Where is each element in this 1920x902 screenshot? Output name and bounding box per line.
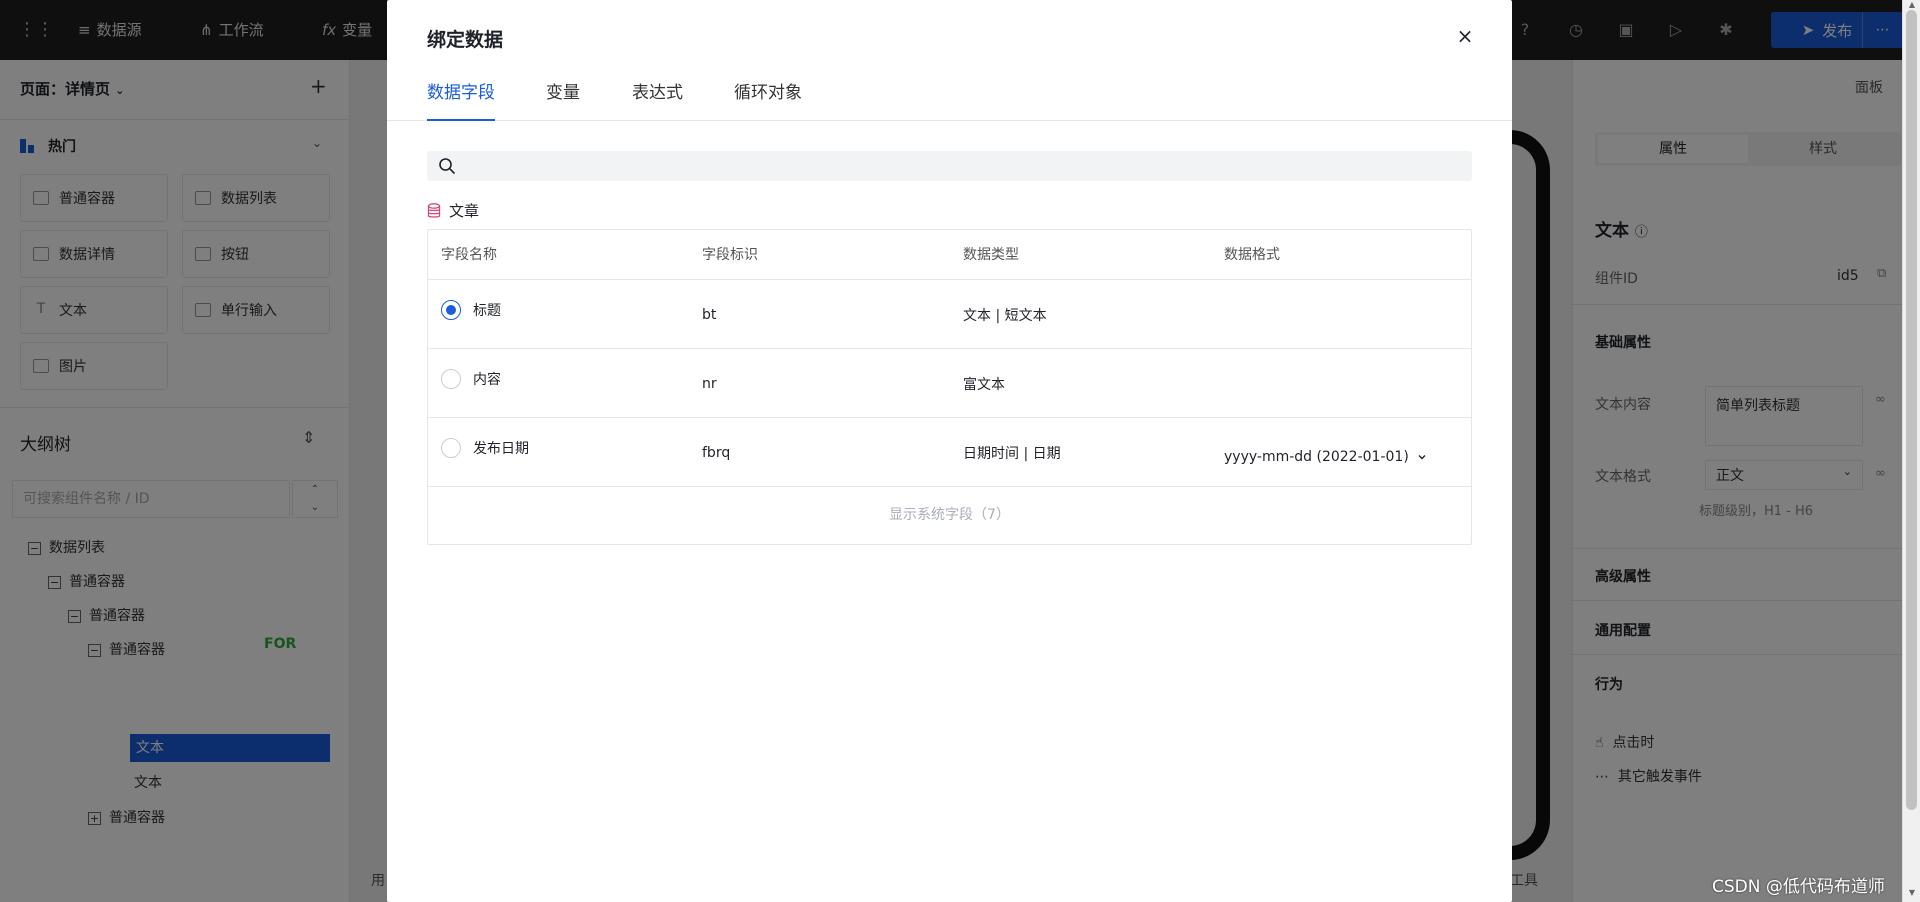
field-radio[interactable] [441,438,461,458]
page-scrollbar[interactable]: ▲ ▼ [1902,0,1920,902]
dialog-title: 绑定数据 [427,29,504,51]
search-icon [439,158,455,174]
field-table: 字段名称 字段标识 数据类型 数据格式 标题 bt 文本 | 短文本 内容 nr… [427,229,1472,545]
scrollbar-thumb[interactable] [1906,10,1917,810]
field-name-cell: 内容 [441,349,501,418]
field-name-cell: 发布日期 [441,418,529,487]
date-format-select[interactable]: yyyy-mm-dd (2022-01-01) [1224,418,1427,487]
tab-data-fields[interactable]: 数据字段 [427,78,495,121]
field-type-cell: 文本 | 短文本 [963,307,1047,324]
entity-header: 文章 [427,200,479,221]
column-header: 字段名称 [441,247,497,263]
column-header: 字段标识 [702,247,758,263]
tab-loop-object[interactable]: 循环对象 [734,78,802,121]
close-icon[interactable]: × [1453,24,1477,48]
field-type-cell: 日期时间 | 日期 [963,445,1061,462]
watermark: CSDN @低代码布道师 [1712,877,1885,897]
field-key-cell: fbrq [702,444,731,461]
dialog-tabs: 数据字段 变量 表达式 循环对象 [387,76,1512,121]
entity-name: 文章 [449,202,480,220]
scroll-up-icon[interactable]: ▲ [1906,0,1918,9]
table-row[interactable]: 内容 nr 富文本 [428,349,1471,418]
database-icon [427,202,441,218]
column-header: 数据格式 [1224,247,1280,263]
bind-data-dialog: 绑定数据 × 数据字段 变量 表达式 循环对象 文章 字段名称 字段标识 数据类… [387,0,1512,902]
show-system-fields-button[interactable]: 显示系统字段（7） [428,487,1471,544]
field-key-cell: nr [702,375,717,392]
tab-variables[interactable]: 变量 [546,78,580,121]
field-name-cell: 标题 [441,280,501,349]
field-search [427,151,1472,181]
table-row[interactable]: 标题 bt 文本 | 短文本 [428,280,1471,349]
table-header: 字段名称 字段标识 数据类型 数据格式 [428,230,1471,280]
field-type-cell: 富文本 [963,376,1005,393]
field-radio[interactable] [441,300,461,320]
table-row[interactable]: 发布日期 fbrq 日期时间 | 日期 yyyy-mm-dd (2022-01-… [428,418,1471,487]
field-key-cell: bt [702,306,717,323]
tab-expressions[interactable]: 表达式 [632,78,683,121]
scroll-down-icon[interactable]: ▼ [1906,888,1918,897]
field-radio[interactable] [441,369,461,389]
chevron-down-icon [1418,454,1426,459]
column-header: 数据类型 [963,247,1019,263]
search-input[interactable] [465,151,1455,181]
